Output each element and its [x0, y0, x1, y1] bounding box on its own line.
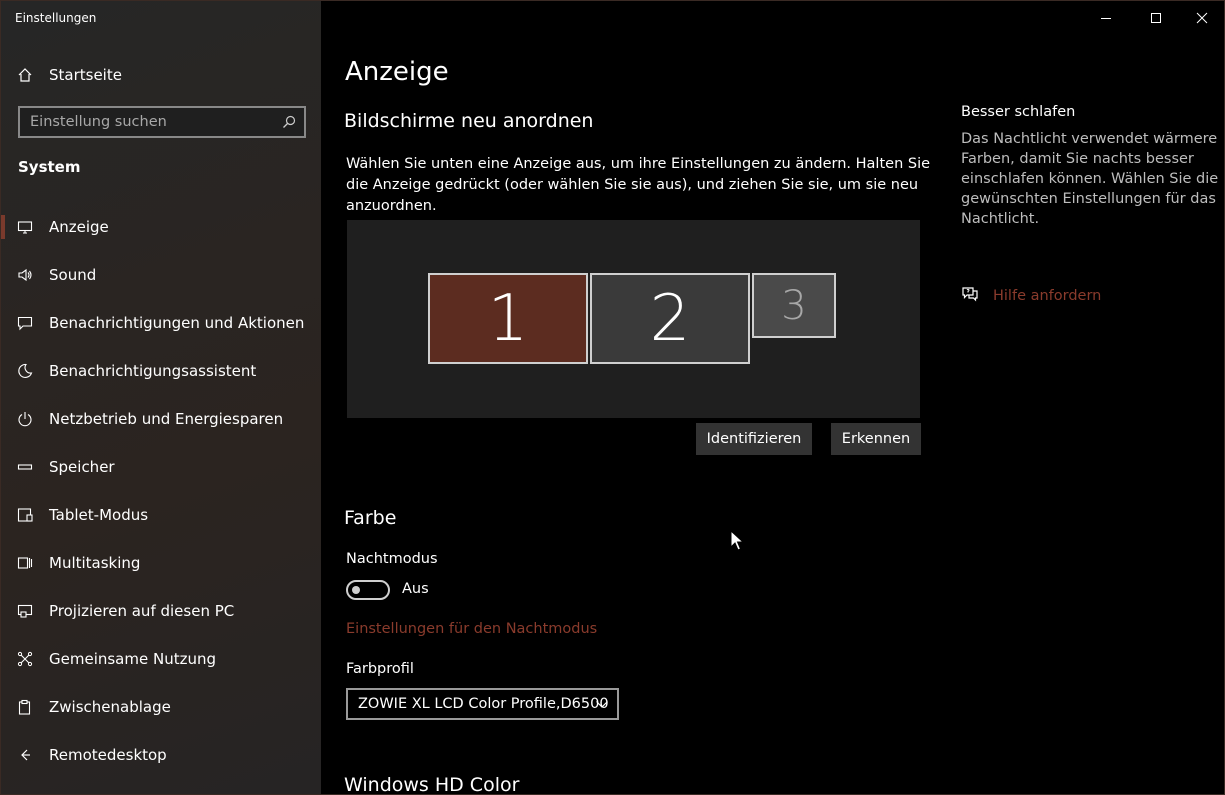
night-mode-settings-link[interactable]: Einstellungen für den Nachtmodus: [346, 621, 597, 637]
home-label: Startseite: [49, 66, 122, 84]
night-mode-toggle[interactable]: [346, 580, 390, 600]
sidebar-item-label: Projizieren auf diesen PC: [49, 602, 235, 620]
display-arrangement-area[interactable]: 1 2 3: [347, 220, 920, 418]
settings-window: Einstellungen Startseite System Anzeige …: [0, 0, 1225, 795]
monitor-icon: [17, 219, 49, 235]
color-profile-label: Farbprofil: [346, 661, 414, 677]
sidebar-item-label: Benachrichtigungsassistent: [49, 362, 257, 380]
sidebar-item-label: Benachrichtigungen und Aktionen: [49, 314, 305, 332]
sidebar-item-label: Speicher: [49, 458, 115, 476]
arrange-description: Wählen Sie unten eine Anzeige aus, um ih…: [346, 156, 931, 214]
toggle-state: Aus: [402, 581, 429, 597]
sidebar-item-label: Remotedesktop: [49, 746, 167, 764]
sidebar-item-label: Netzbetrieb und Energiesparen: [49, 410, 284, 428]
monitor-3[interactable]: 3: [752, 273, 836, 338]
sidebar-item-speicher[interactable]: Speicher: [1, 443, 321, 491]
sidebar-item-label: Gemeinsame Nutzung: [49, 650, 216, 668]
monitor-number: 2: [649, 281, 691, 356]
sidebar-item-label: Multitasking: [49, 554, 141, 572]
hd-color-heading: Windows HD Color: [344, 774, 520, 795]
sidebar-item-label: Sound: [49, 266, 97, 284]
sidebar-item-label: Tablet-Modus: [49, 506, 149, 524]
sidebar-item-anzeige[interactable]: Anzeige: [1, 203, 321, 251]
project-icon: [17, 603, 49, 619]
color-profile-select[interactable]: ZOWIE XL LCD Color Profile,D6500: [346, 688, 619, 720]
monitor-1[interactable]: 1: [428, 273, 588, 364]
sidebar-item-zwischenablage[interactable]: Zwischenablage: [1, 683, 321, 731]
sidebar-item-label: Zwischenablage: [49, 698, 171, 716]
help-link[interactable]: Hilfe anfordern: [993, 288, 1101, 304]
search-box[interactable]: [18, 106, 306, 138]
aside-text: Das Nachtlicht verwendet wärmere Farben,…: [961, 131, 1219, 227]
moon-icon: [17, 363, 49, 379]
main-content: Anzeige Bildschirme neu anordnen Wählen …: [321, 1, 1224, 795]
message-icon: [17, 315, 49, 331]
night-mode-label: Nachtmodus: [346, 551, 438, 567]
home-icon: [17, 67, 49, 83]
remote-desktop-icon: [17, 747, 49, 763]
tablet-icon: [17, 507, 49, 523]
close-button[interactable]: [1179, 1, 1224, 35]
sidebar-item-remotedesktop[interactable]: Remotedesktop: [1, 731, 321, 779]
search-input[interactable]: [20, 108, 304, 136]
aside-title: Besser schlafen: [961, 104, 1076, 120]
monitor-number: 1: [487, 281, 529, 356]
sidebar-item-benachrichtigungsassistent[interactable]: Benachrichtigungsassistent: [1, 347, 321, 395]
sidebar-item-projizieren[interactable]: Projizieren auf diesen PC: [1, 587, 321, 635]
home-link[interactable]: Startseite: [17, 63, 122, 87]
color-profile-value: ZOWIE XL LCD Color Profile,D6500: [358, 696, 609, 712]
sidebar-nav: Anzeige Sound Benachrichtigungen und Akt…: [1, 203, 321, 779]
identify-button[interactable]: Identifizieren: [696, 423, 812, 455]
maximize-button[interactable]: [1133, 1, 1179, 35]
color-heading: Farbe: [344, 507, 397, 529]
sidebar: Einstellungen Startseite System Anzeige …: [1, 1, 321, 794]
share-icon: [17, 651, 49, 667]
detect-button[interactable]: Erkennen: [831, 423, 921, 455]
power-icon: [17, 411, 49, 427]
help-link-row[interactable]: Hilfe anfordern: [961, 285, 1101, 307]
sidebar-item-multitasking[interactable]: Multitasking: [1, 539, 321, 587]
speaker-icon: [17, 267, 49, 283]
monitor-number: 3: [781, 282, 807, 329]
app-title: Einstellungen: [15, 11, 97, 25]
minimize-icon: [1101, 18, 1111, 19]
section-heading: System: [18, 158, 81, 176]
page-title: Anzeige: [345, 57, 449, 87]
help-icon: [961, 285, 979, 307]
sidebar-item-benachrichtigungen[interactable]: Benachrichtigungen und Aktionen: [1, 299, 321, 347]
toggle-knob: [352, 586, 360, 594]
monitor-2[interactable]: 2: [590, 273, 750, 364]
sidebar-item-label: Anzeige: [49, 218, 109, 236]
related-info: Besser schlafen Das Nachtlicht verwendet…: [961, 104, 1221, 229]
clipboard-icon: [17, 699, 49, 715]
chevron-down-icon: [595, 698, 609, 714]
sidebar-item-gemeinsame-nutzung[interactable]: Gemeinsame Nutzung: [1, 635, 321, 683]
maximize-icon: [1151, 13, 1161, 23]
search-icon[interactable]: [282, 114, 296, 133]
sidebar-item-tablet-modus[interactable]: Tablet-Modus: [1, 491, 321, 539]
sidebar-item-netzbetrieb[interactable]: Netzbetrieb und Energiesparen: [1, 395, 321, 443]
mouse-cursor-icon: [730, 530, 744, 551]
close-icon: [1196, 12, 1208, 24]
minimize-button[interactable]: [1083, 1, 1129, 35]
arrange-heading: Bildschirme neu anordnen: [344, 110, 594, 132]
sidebar-item-sound[interactable]: Sound: [1, 251, 321, 299]
multitasking-icon: [17, 555, 49, 571]
storage-icon: [17, 459, 49, 475]
